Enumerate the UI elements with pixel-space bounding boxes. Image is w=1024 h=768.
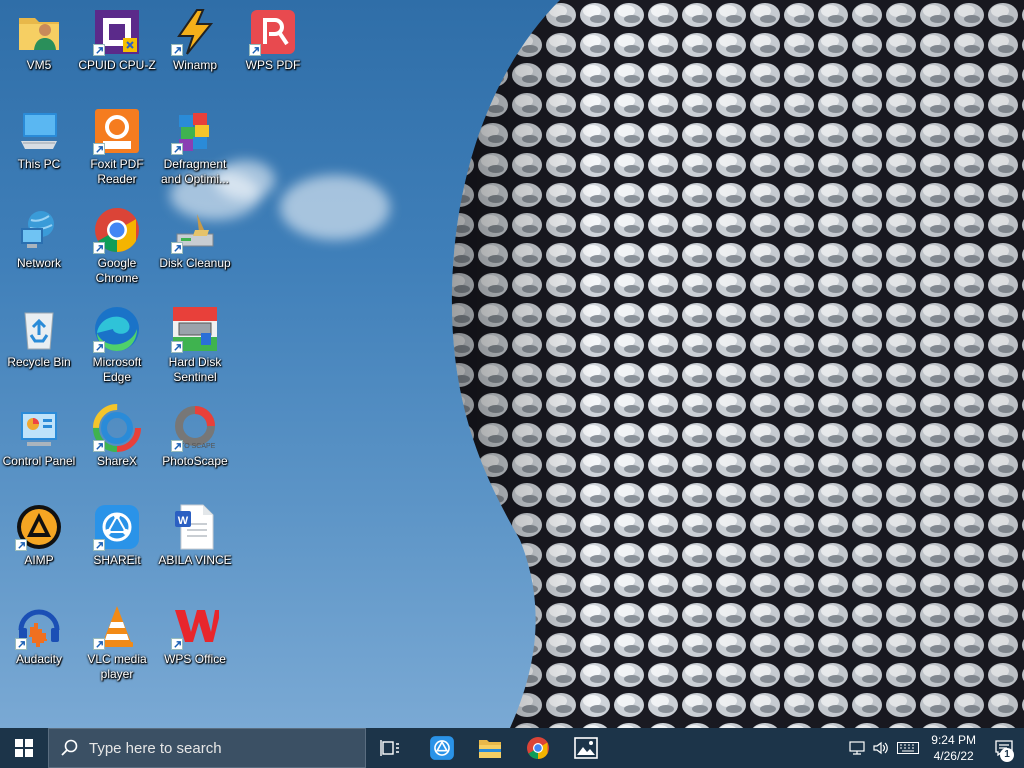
file-explorer-icon [479,740,501,758]
shortcut-arrow-icon [93,44,105,56]
desktop-icon-shareit[interactable]: SHAREit [78,503,156,568]
taskbar-app-photos[interactable] [562,728,610,768]
keyboard-icon [897,742,920,754]
icon-label: Recycle Bin [7,355,71,369]
icon-label: WPS Office [164,652,226,666]
task-view-button[interactable] [366,728,414,768]
desktop-icon-vlc[interactable]: VLC media player [78,602,156,682]
desktop-icon-wps-pdf[interactable]: WPS PDF [234,8,312,73]
desktop-icon-hdsentinel[interactable]: Hard Disk Sentinel [156,305,234,385]
search-box[interactable]: Type here to search [48,728,366,768]
desktop-icon-foxit[interactable]: Foxit PDF Reader [78,107,156,187]
system-tray: 9:24 PM 4/26/22 1 [845,728,1024,768]
icon-label: PhotoScape [162,454,228,468]
search-placeholder: Type here to search [89,739,222,757]
desktop-icon-aimp[interactable]: AIMP [0,503,78,568]
icon-label: Hard Disk Sentinel [168,355,222,384]
icon-label: Audacity [15,652,63,666]
desktop[interactable]: VM5 This PC Network Recycle Bin Control … [0,0,1024,728]
shortcut-arrow-icon [171,341,183,353]
desktop-icon-recycle-bin[interactable]: Recycle Bin [0,305,78,370]
icon-label: Network [16,256,61,270]
desktop-icon-control-panel[interactable]: Control Panel [0,404,78,469]
network-icon [21,211,54,248]
keyboard-tray-button[interactable] [893,728,923,768]
desktop-icon-sharex[interactable]: ShareX [78,404,156,469]
clock-date: 4/26/22 [933,749,974,763]
shortcut-arrow-icon [93,341,105,353]
shortcut-arrow-icon [15,638,27,650]
control-panel-icon [21,412,57,446]
svg-text:W: W [178,515,189,527]
icon-label: CPUID CPU-Z [78,58,156,72]
icon-label: VM5 [26,58,52,72]
icon-label: Google Chrome [95,256,139,285]
icon-label: WPS PDF [245,58,301,72]
icon-label: AIMP [24,553,54,567]
icon-label: VLC media player [87,652,147,681]
shortcut-arrow-icon [171,638,183,650]
shareit-icon [430,736,454,760]
clock-time: 9:24 PM [931,733,976,747]
user-folder-icon [19,18,59,50]
action-center-button[interactable]: 1 [984,728,1024,768]
icon-label: Control Panel [2,454,76,468]
shortcut-arrow-icon [249,44,261,56]
shortcut-arrow-icon [93,539,105,551]
taskbar-app-chrome[interactable] [514,728,562,768]
desktop-icon-winamp[interactable]: Winamp [156,8,234,73]
word-document-icon: W [175,504,214,550]
shortcut-arrow-icon [171,440,183,452]
icon-label: Foxit PDF Reader [90,157,144,186]
windows-logo-icon [15,739,33,757]
desktop-icon-cpuz[interactable]: CPUID CPU-Z [78,8,156,73]
chrome-icon [527,737,549,759]
shortcut-arrow-icon [93,242,105,254]
icon-label: Winamp [172,58,217,72]
search-icon [61,739,78,756]
computer-icon [21,113,57,149]
icon-label: Microsoft Edge [92,355,142,384]
desktop-icon-edge[interactable]: Microsoft Edge [78,305,156,385]
shortcut-arrow-icon [93,143,105,155]
icon-label: Defragment and Optimi... [160,157,230,186]
desktop-icon-this-pc[interactable]: This PC [0,107,78,172]
icon-label: Disk Cleanup [159,256,231,270]
network-tray-button[interactable] [845,728,869,768]
icon-label: ABILA VINCE [158,553,232,567]
desktop-icon-audacity[interactable]: Audacity [0,602,78,667]
desktop-icon-disk-cleanup[interactable]: Disk Cleanup [156,206,234,271]
photos-icon [574,737,598,759]
shortcut-arrow-icon [171,242,183,254]
desktop-icon-defrag[interactable]: Defragment and Optimi... [156,107,234,187]
icon-label: This PC [17,157,61,171]
shortcut-arrow-icon [15,539,27,551]
volume-tray-button[interactable] [869,728,893,768]
shortcut-arrow-icon [171,143,183,155]
desktop-icon-photoscape[interactable]: OTO SCAPE PhotoScape [156,404,234,469]
desktop-icon-abila-vince[interactable]: W ABILA VINCE [156,503,234,568]
volume-icon [873,741,889,755]
icon-label: SHAREit [93,553,141,567]
taskbar-app-file-explorer[interactable] [466,728,514,768]
desktop-icon-network[interactable]: Network [0,206,78,271]
icon-label: ShareX [96,454,138,468]
taskbar-app-shareit[interactable] [418,728,466,768]
shortcut-arrow-icon [171,44,183,56]
clock[interactable]: 9:24 PM 4/26/22 [923,732,984,764]
shortcut-arrow-icon [93,638,105,650]
desktop-icon-vm5[interactable]: VM5 [0,8,78,73]
desktop-icon-chrome[interactable]: Google Chrome [78,206,156,286]
recycle-bin-icon [24,312,54,350]
notification-count-badge: 1 [1000,748,1014,762]
desktop-icon-wps-office[interactable]: WPS Office [156,602,234,667]
shortcut-arrow-icon [93,440,105,452]
taskbar: Type here to search 9:24 PM 4/26/22 1 [0,728,1024,768]
task-view-icon [380,740,399,756]
ethernet-icon [849,741,865,755]
start-button[interactable] [0,728,48,768]
